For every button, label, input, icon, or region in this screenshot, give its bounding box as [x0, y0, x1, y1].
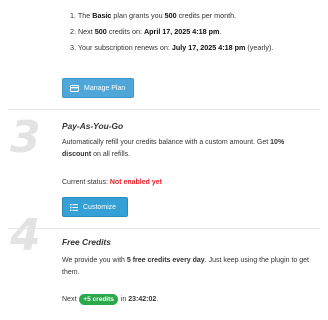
step-number-3: 3 — [10, 112, 41, 163]
text: (yearly). — [245, 43, 274, 52]
text: Automatically refill your credits balanc… — [62, 139, 271, 146]
list-icon — [70, 203, 78, 211]
countdown-timer: 23:42:02 — [128, 296, 157, 303]
text: 2. Next — [70, 27, 95, 36]
current-status: Current status: Not enabled yet — [62, 177, 312, 189]
text: We provide you with — [62, 257, 127, 264]
text: on all refills. — [91, 151, 131, 158]
text: . — [156, 296, 159, 303]
credits-badge: +5 credits — [79, 294, 118, 305]
manage-plan-label: Manage Plan — [84, 84, 126, 92]
section-description: We provide you with 5 free credits every… — [62, 255, 312, 279]
step-number-4: 4 — [10, 210, 41, 261]
plan-info-line-2: 2. Next 500 credits on: April 17, 2025 4… — [70, 24, 320, 40]
plan-name: Basic — [92, 11, 112, 20]
text: 3. Your subscription renews on: — [70, 43, 172, 52]
plan-info-list: 1. The Basic plan grants you 500 credits… — [70, 8, 320, 56]
manage-plan-button[interactable]: Manage Plan — [62, 78, 134, 98]
text: plan grants you — [111, 11, 165, 20]
customize-label: Customize — [83, 203, 117, 211]
credit-amount: 500 — [94, 27, 107, 36]
credit-card-icon — [70, 84, 79, 92]
section-divider — [8, 109, 320, 110]
credit-amount: 500 — [164, 11, 177, 20]
status-label: Current status: — [62, 179, 110, 186]
plan-info-line-3: 3. Your subscription renews on: July 17,… — [70, 40, 320, 56]
next-credit-date: April 17, 2025 4:18 pm — [143, 27, 220, 36]
section-description: Automatically refill your credits balanc… — [62, 137, 312, 161]
customize-button[interactable]: Customize — [62, 197, 128, 217]
free-credits-text: 5 free credits every day — [126, 257, 205, 264]
section-divider — [8, 228, 320, 229]
next-credits-line: Next +5 credits in 23:42:02. — [62, 294, 312, 306]
status-value: Not enabled yet — [109, 179, 162, 186]
text: Next — [62, 296, 79, 303]
text: in — [118, 296, 129, 303]
text: credits on: — [106, 27, 144, 36]
plan-info-line-1: 1. The Basic plan grants you 500 credits… — [70, 8, 320, 24]
text: credits per month. — [176, 11, 237, 20]
text: 1. The — [70, 11, 93, 20]
section-title-free-credits: Free Credits — [62, 237, 111, 247]
section-title-pay-as-you-go: Pay-As-You-Go — [62, 121, 124, 131]
renewal-date: July 17, 2025 4:18 pm — [171, 43, 246, 52]
text: . — [219, 27, 222, 36]
